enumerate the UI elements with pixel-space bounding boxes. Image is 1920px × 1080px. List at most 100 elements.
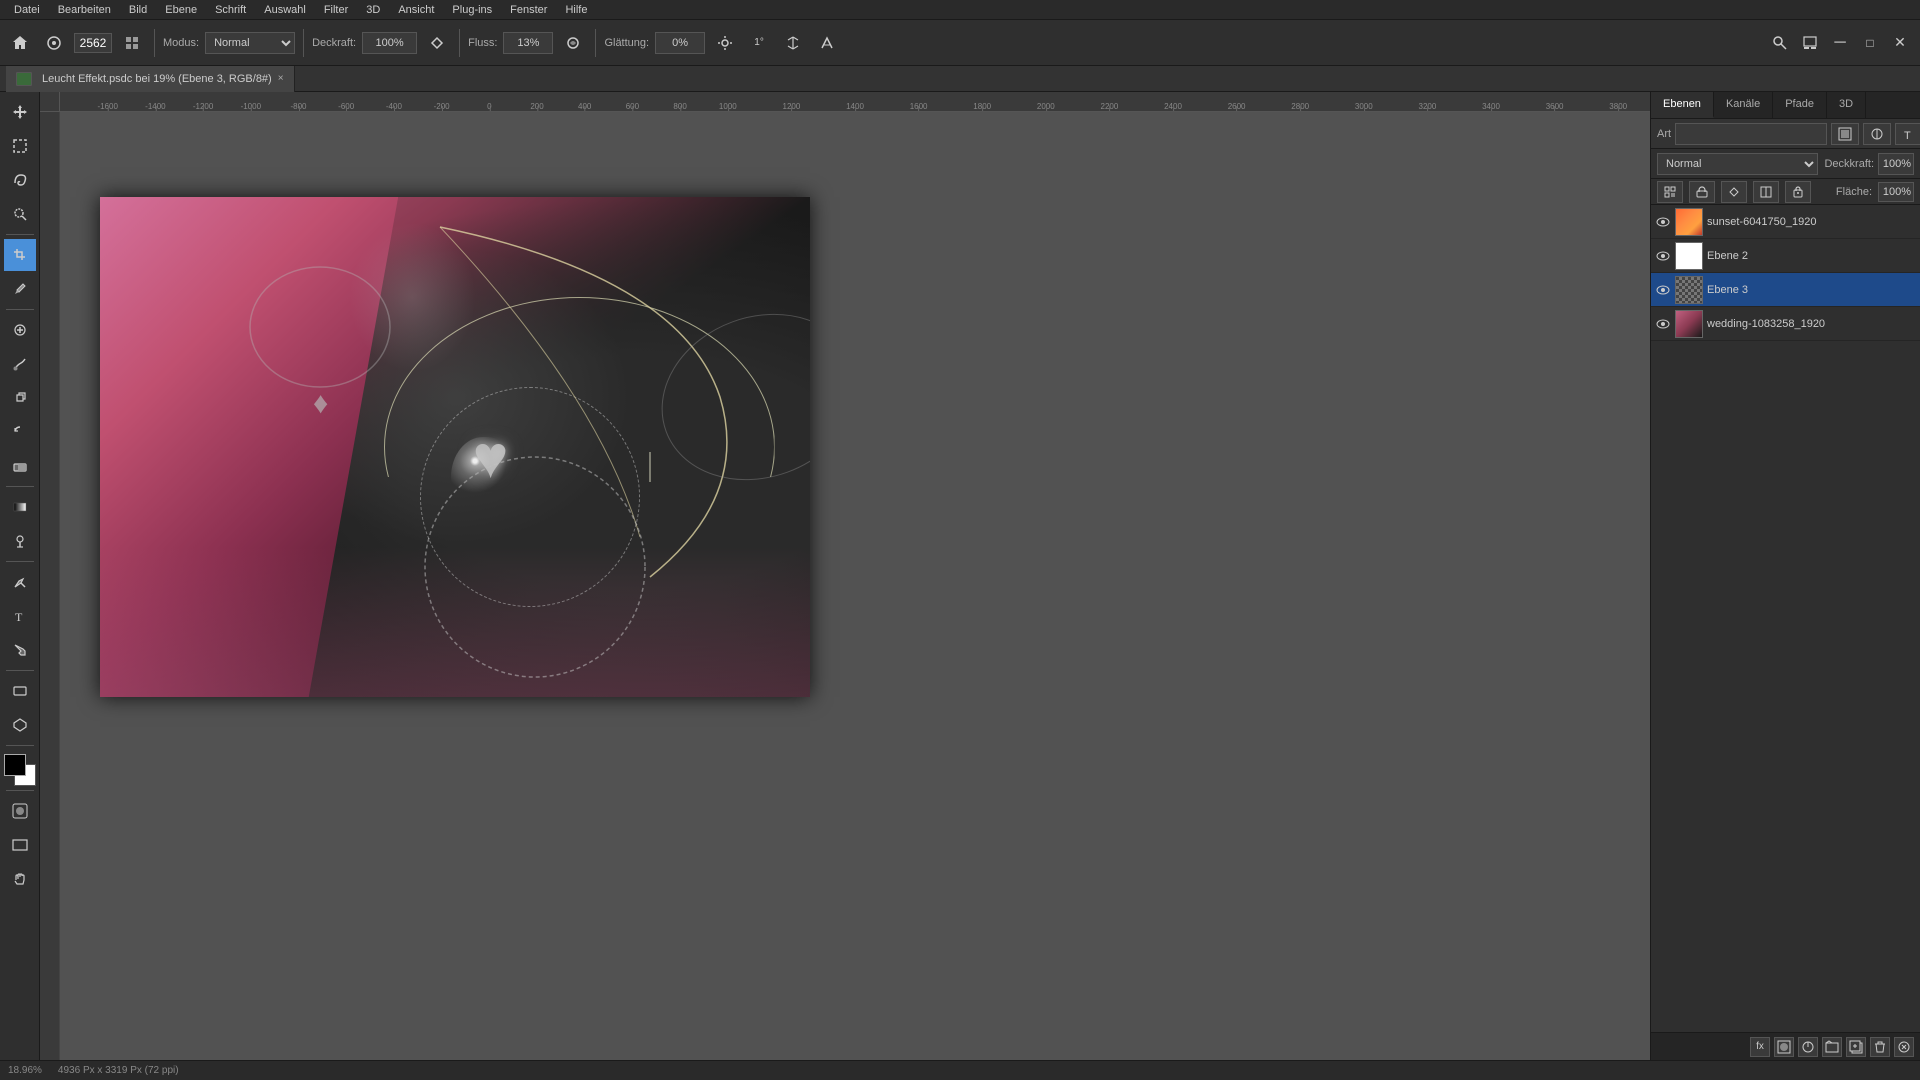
menu-ansicht[interactable]: Ansicht — [390, 2, 442, 18]
lock-all-btn[interactable] — [1785, 181, 1811, 203]
3d-tool[interactable] — [4, 709, 36, 741]
layer-visibility-ebene2[interactable] — [1655, 248, 1671, 264]
menu-fenster[interactable]: Fenster — [502, 2, 555, 18]
brush-size-display[interactable]: 2562 — [74, 33, 112, 53]
menu-bearbeiten[interactable]: Bearbeiten — [50, 2, 119, 18]
layer-filter-pixel-btn[interactable] — [1831, 123, 1859, 145]
deckraft-input[interactable] — [362, 32, 417, 54]
eraser-tool[interactable] — [4, 450, 36, 482]
move-tool[interactable] — [4, 96, 36, 128]
marquee-tool[interactable] — [4, 130, 36, 162]
lock-artboard-btn[interactable] — [1753, 181, 1779, 203]
menu-auswahl[interactable]: Auswahl — [256, 2, 314, 18]
layers-list: sunset-6041750_1920 Ebene 2 — [1651, 205, 1920, 1032]
angle-button[interactable]: 1° — [745, 29, 773, 57]
pressure-button[interactable] — [813, 29, 841, 57]
file-tab-active[interactable]: Leucht Effekt.psdc bei 19% (Ebene 3, RGB… — [6, 66, 295, 92]
main-layout: T — [0, 92, 1920, 1060]
layer-new-button[interactable] — [1846, 1037, 1866, 1057]
statusbar: 18.96% 4936 Px x 3319 Px (72 ppi) — [0, 1060, 1920, 1080]
lock-transparent-btn[interactable] — [1657, 181, 1683, 203]
tab-pfade[interactable]: Pfade — [1773, 92, 1827, 118]
heal-tool[interactable] — [4, 314, 36, 346]
fluss-input[interactable] — [503, 32, 553, 54]
modus-select[interactable]: Normal Multiplizieren Bildschirm — [205, 32, 295, 54]
history-brush-tool[interactable] — [4, 416, 36, 448]
quick-select-tool[interactable] — [4, 198, 36, 230]
layer-adjustment-button[interactable] — [1798, 1037, 1818, 1057]
blend-mode-select[interactable]: Normal Multiplizieren Bildschirm Überlag… — [1657, 153, 1818, 175]
brush-tool[interactable] — [4, 348, 36, 380]
tab-ebenen[interactable]: Ebenen — [1651, 92, 1714, 118]
clone-stamp-tool[interactable] — [4, 382, 36, 414]
svg-text:T: T — [1904, 130, 1911, 141]
layer-filter-adj-btn[interactable] — [1863, 123, 1891, 145]
lock-pixels-btn[interactable] — [1689, 181, 1715, 203]
home-button[interactable] — [6, 29, 34, 57]
maximize-button[interactable]: □ — [1856, 29, 1884, 57]
lasso-tool[interactable] — [4, 164, 36, 196]
layer-delete-button[interactable] — [1870, 1037, 1890, 1057]
screen-mode-button[interactable] — [4, 829, 36, 861]
layer-thumb-ebene2 — [1675, 242, 1703, 270]
path-select-tool[interactable] — [4, 634, 36, 666]
pen-tool[interactable] — [4, 566, 36, 598]
layer-item-sunset[interactable]: sunset-6041750_1920 — [1651, 205, 1920, 239]
foreground-color[interactable] — [4, 754, 26, 776]
brush-preset-button[interactable] — [118, 29, 146, 57]
quick-mask-button[interactable] — [4, 795, 36, 827]
gradient-tool[interactable] — [4, 491, 36, 523]
menu-filter[interactable]: Filter — [316, 2, 356, 18]
color-selector[interactable] — [4, 754, 36, 786]
lock-position-btn[interactable] — [1721, 181, 1747, 203]
layers-settings-btn[interactable] — [1894, 1037, 1914, 1057]
layer-visibility-wedding[interactable] — [1655, 316, 1671, 332]
file-tab-name: Leucht Effekt.psdc bei 19% (Ebene 3, RGB… — [42, 73, 272, 85]
search-button[interactable] — [1766, 29, 1794, 57]
layer-filter-text-btn[interactable]: T — [1895, 123, 1920, 145]
menu-3d[interactable]: 3D — [358, 2, 388, 18]
menu-ebene[interactable]: Ebene — [157, 2, 205, 18]
menu-schrift[interactable]: Schrift — [207, 2, 254, 18]
layer-visibility-ebene3[interactable] — [1655, 282, 1671, 298]
file-tab-close[interactable]: × — [278, 73, 284, 84]
layer-search-input[interactable] — [1675, 123, 1827, 145]
layer-visibility-sunset[interactable] — [1655, 214, 1671, 230]
fläche-value[interactable] — [1878, 182, 1914, 202]
workspace-button[interactable] — [1796, 29, 1824, 57]
layer-group-button[interactable] — [1822, 1037, 1842, 1057]
layer-fx-button[interactable]: fx — [1750, 1037, 1770, 1057]
fluss-label: Fluss: — [468, 37, 497, 49]
toolbar-separator-1 — [154, 29, 155, 57]
close-button[interactable]: ✕ — [1886, 29, 1914, 57]
shape-tool[interactable] — [4, 675, 36, 707]
deckraft-icon[interactable] — [423, 29, 451, 57]
brush-tool-button[interactable] — [40, 29, 68, 57]
menu-bild[interactable]: Bild — [121, 2, 155, 18]
fluss-icon[interactable] — [559, 29, 587, 57]
layer-item-ebene3[interactable]: Ebene 3 — [1651, 273, 1920, 307]
menu-datei[interactable]: Datei — [6, 2, 48, 18]
layer-item-wedding[interactable]: wedding-1083258_1920 — [1651, 307, 1920, 341]
glattung-input[interactable] — [655, 32, 705, 54]
fläche-label: Fläche: — [1836, 186, 1872, 198]
eyedropper-tool[interactable] — [4, 273, 36, 305]
canvas-container[interactable]: ♥ ♦ — [100, 197, 810, 697]
tab-3d[interactable]: 3D — [1827, 92, 1866, 118]
layer-mask-button[interactable] — [1774, 1037, 1794, 1057]
settings-button[interactable] — [711, 29, 739, 57]
text-tool[interactable]: T — [4, 600, 36, 632]
canvas-area[interactable]: -1600 -1400 -1200 -1000 -800 -600 -400 -… — [40, 92, 1650, 1060]
dodge-tool[interactable] — [4, 525, 36, 557]
menu-plugins[interactable]: Plug-ins — [444, 2, 500, 18]
tool-separator-6 — [6, 745, 34, 746]
hand-tool[interactable] — [4, 863, 36, 895]
symmetry-button[interactable] — [779, 29, 807, 57]
deckraft-value[interactable] — [1878, 153, 1914, 175]
menu-hilfe[interactable]: Hilfe — [557, 2, 595, 18]
canvas-image[interactable]: ♥ ♦ — [100, 197, 810, 697]
minimize-button[interactable]: ─ — [1826, 29, 1854, 57]
layer-item-ebene2[interactable]: Ebene 2 — [1651, 239, 1920, 273]
tab-kanale[interactable]: Kanäle — [1714, 92, 1773, 118]
crop-tool[interactable] — [4, 239, 36, 271]
